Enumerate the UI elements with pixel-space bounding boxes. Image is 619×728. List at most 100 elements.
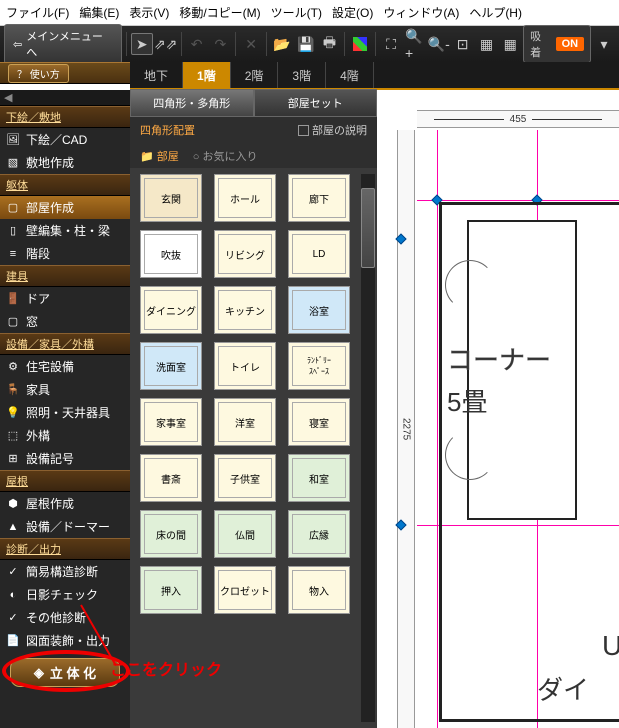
room-cell[interactable]: リビング xyxy=(214,230,276,278)
room-cell[interactable]: 家事室 xyxy=(140,398,202,446)
undo-icon[interactable]: ↶ xyxy=(186,33,208,55)
drawing-area[interactable]: コーナー 5畳 U ダイ xyxy=(417,130,619,728)
room-cell[interactable]: クロゼット xyxy=(214,566,276,614)
menu-file[interactable]: ファイル(F) xyxy=(6,4,69,21)
room-cell[interactable]: 物入 xyxy=(288,566,350,614)
item-exterior[interactable]: ⬚外構 xyxy=(0,424,130,447)
site-icon: ▧ xyxy=(6,156,20,170)
room-cell[interactable]: 仏間 xyxy=(214,510,276,558)
room-cell[interactable]: 和室 xyxy=(288,454,350,502)
menu-tool[interactable]: ツール(T) xyxy=(271,4,322,21)
scrollbar-thumb[interactable] xyxy=(361,188,375,268)
item-dormer[interactable]: ▲設備／ドーマー xyxy=(0,515,130,538)
room-cell[interactable]: 寝室 xyxy=(288,398,350,446)
menu-setting[interactable]: 設定(O) xyxy=(332,4,373,21)
floor-tab-3f[interactable]: 3階 xyxy=(278,62,326,88)
zoom-area-icon[interactable]: ⊡ xyxy=(452,33,474,55)
folder-room[interactable]: 📁 部屋 xyxy=(140,148,179,164)
room-cell[interactable]: 洗面室 xyxy=(140,342,202,390)
room-cell[interactable]: 廊下 xyxy=(288,174,350,222)
delete-icon[interactable]: ✕ xyxy=(240,33,262,55)
tab-rect[interactable]: 四角形・多角形 xyxy=(130,89,254,117)
item-cad[interactable]: 🖼下絵／CAD xyxy=(0,128,130,151)
section-equip: 設備／家具／外構 xyxy=(0,333,130,355)
room-cell[interactable]: 子供室 xyxy=(214,454,276,502)
room-cell[interactable]: 床の間 xyxy=(140,510,202,558)
room-cell[interactable]: トイレ xyxy=(214,342,276,390)
room-cell-label: 洗面室 xyxy=(156,359,186,374)
room-cell[interactable]: 洋室 xyxy=(214,398,276,446)
room-cell[interactable]: 玄関 xyxy=(140,174,202,222)
room-cell-label: 浴室 xyxy=(309,303,329,318)
menu-edit[interactable]: 編集(E) xyxy=(79,4,119,21)
item-roof[interactable]: ⬢屋根作成 xyxy=(0,492,130,515)
cursor-icon[interactable]: ➤ xyxy=(131,33,153,55)
room-cell[interactable]: 吹抜 xyxy=(140,230,202,278)
multi-select-icon[interactable]: ⇗⇗ xyxy=(155,33,177,55)
room-grid: 玄関ホール廊下吹抜 リビングLD ダイニングキッチン 浴室洗面室 トイレﾗﾝﾄﾞﾘｰ ｽ… xyxy=(140,174,373,614)
help-button[interactable]: ？ 使い方 xyxy=(8,64,69,83)
menu-move[interactable]: 移動/コピー(M) xyxy=(179,4,260,21)
room-cell[interactable]: キッチン xyxy=(214,286,276,334)
floor-tab-2f[interactable]: 2階 xyxy=(231,62,279,88)
room-cell-label: 吹抜 xyxy=(161,247,181,262)
room-cell[interactable]: ﾗﾝﾄﾞﾘｰ ｽﾍﾟｰｽ xyxy=(288,342,350,390)
separator xyxy=(375,32,376,56)
render-3d-button[interactable]: ◈ 立 体 化 xyxy=(10,658,120,687)
item-house-equip[interactable]: ⚙住宅設備 xyxy=(0,355,130,378)
sidebar-collapse[interactable]: ◀ xyxy=(0,90,130,106)
open-icon[interactable]: 📂 xyxy=(271,33,293,55)
item-symbol[interactable]: ⊞設備記号 xyxy=(0,447,130,470)
room-cell[interactable]: ダイニング xyxy=(140,286,202,334)
drawing-canvas[interactable]: 455 2275 コーナー 5畳 U ダイ xyxy=(377,90,619,728)
room-cell[interactable]: LD xyxy=(288,230,350,278)
room-cell[interactable]: 浴室 xyxy=(288,286,350,334)
item-site[interactable]: ▧敷地作成 xyxy=(0,151,130,174)
item-wall[interactable]: ▯壁編集・柱・梁 xyxy=(0,219,130,242)
room-cell[interactable]: ホール xyxy=(214,174,276,222)
item-furniture[interactable]: 🪑家具 xyxy=(0,378,130,401)
room-label-dai: ダイ xyxy=(537,670,589,707)
back-button[interactable]: ⇦ メインメニューへ xyxy=(4,24,122,64)
desc-checkbox[interactable]: 部屋の説明 xyxy=(298,122,367,138)
save-icon[interactable]: 💾 xyxy=(295,33,317,55)
room-grid-scroll: 玄関ホール廊下吹抜 リビングLD ダイニングキッチン 浴室洗面室 トイレﾗﾝﾄﾞﾘｰ ｽ… xyxy=(130,168,377,728)
floor-tab-1f[interactable]: 1階 xyxy=(183,62,231,88)
item-struct[interactable]: ✓簡易構造診断 xyxy=(0,560,130,583)
snap-toggle[interactable]: 吸着 ON xyxy=(523,25,591,63)
print-icon[interactable]: 🖶 xyxy=(319,33,341,55)
room-cell-label: 物入 xyxy=(309,583,329,598)
grid-icon[interactable]: ▦ xyxy=(476,33,498,55)
floor-tab-4f[interactable]: 4階 xyxy=(326,62,374,88)
more-icon[interactable]: ▾ xyxy=(593,33,615,55)
item-output[interactable]: 📄図面装飾・出力 xyxy=(0,629,130,652)
item-door[interactable]: 🚪ドア xyxy=(0,287,130,310)
separator xyxy=(126,32,127,56)
room-cell-label: 仏間 xyxy=(235,527,255,542)
room-cell[interactable]: 広縁 xyxy=(288,510,350,558)
room-cell[interactable]: 書斎 xyxy=(140,454,202,502)
menu-view[interactable]: 表示(V) xyxy=(129,4,169,21)
menu-window[interactable]: ウィンドウ(A) xyxy=(383,4,459,21)
folder-fav[interactable]: ○ お気に入り xyxy=(193,148,258,164)
room-cell-label: 書斎 xyxy=(161,471,181,486)
separator xyxy=(181,32,182,56)
grid2-icon[interactable]: ▦ xyxy=(499,33,521,55)
tab-roomset[interactable]: 部屋セット xyxy=(254,89,378,117)
zoom-in-icon[interactable]: 🔍+ xyxy=(404,33,426,55)
cube-icon: ◈ xyxy=(34,665,44,681)
menu-help[interactable]: ヘルプ(H) xyxy=(469,4,522,21)
item-window[interactable]: ▢窓 xyxy=(0,310,130,333)
item-shadow[interactable]: ◐日影チェック xyxy=(0,583,130,606)
item-stair[interactable]: ≡階段 xyxy=(0,242,130,265)
fit-icon[interactable]: ⛶ xyxy=(380,33,402,55)
redo-icon[interactable]: ↷ xyxy=(209,33,231,55)
section-base: 下絵／敷地 xyxy=(0,106,130,128)
item-room[interactable]: ▢部屋作成 xyxy=(0,196,130,219)
color-icon[interactable] xyxy=(349,33,371,55)
floor-tab-basement[interactable]: 地下 xyxy=(130,62,183,88)
room-cell[interactable]: 押入 xyxy=(140,566,202,614)
item-other[interactable]: ✓その他診断 xyxy=(0,606,130,629)
zoom-out-icon[interactable]: 🔍- xyxy=(428,33,450,55)
item-light[interactable]: 💡照明・天井器具 xyxy=(0,401,130,424)
